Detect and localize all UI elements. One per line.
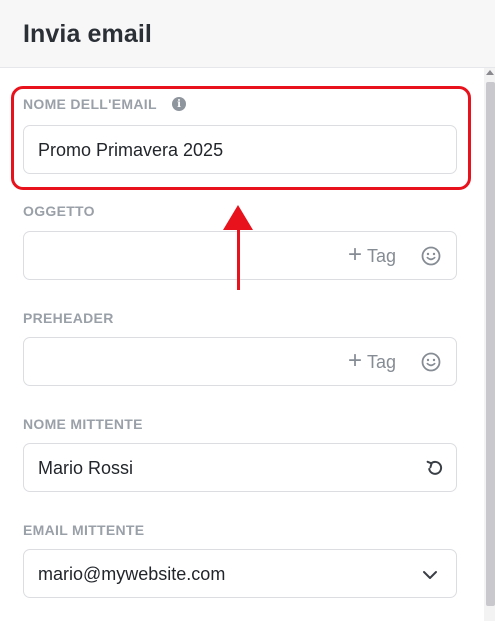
preheader-label: PREHEADER <box>23 310 114 326</box>
preheader-add-tag-button[interactable]: + Tag <box>347 347 396 374</box>
plus-icon: + <box>347 241 362 268</box>
subject-label: OGGETTO <box>23 203 95 219</box>
sender-email-select[interactable]: mario@mywebsite.com <box>23 549 457 598</box>
scrollbar-thumb[interactable] <box>486 82 495 606</box>
panel-header: Invia email <box>0 0 495 68</box>
scroll-up-icon[interactable] <box>486 70 494 75</box>
highlight-box <box>11 86 471 190</box>
sender-name-value: Mario Rossi <box>38 458 134 478</box>
undo-icon[interactable] <box>424 457 446 479</box>
emoji-icon[interactable] <box>420 351 442 373</box>
emoji-icon[interactable] <box>420 245 442 267</box>
subject-add-tag-button[interactable]: + Tag <box>347 241 396 268</box>
sender-name-field[interactable]: Mario Rossi <box>23 443 457 492</box>
sender-email-value: mario@mywebsite.com <box>38 564 226 584</box>
preheader-tag-label: Tag <box>366 351 396 372</box>
plus-icon: + <box>347 347 362 374</box>
preheader-field[interactable]: + Tag <box>23 337 457 386</box>
panel-title: Invia email <box>23 20 152 48</box>
subject-tag-label: Tag <box>366 245 396 266</box>
arrow-line <box>237 226 240 290</box>
subject-field[interactable]: + Tag <box>23 231 457 280</box>
sender-name-label: NOME MITTENTE <box>23 416 143 432</box>
chevron-down-icon[interactable] <box>420 565 440 585</box>
sender-email-label: EMAIL MITTENTE <box>23 522 145 538</box>
